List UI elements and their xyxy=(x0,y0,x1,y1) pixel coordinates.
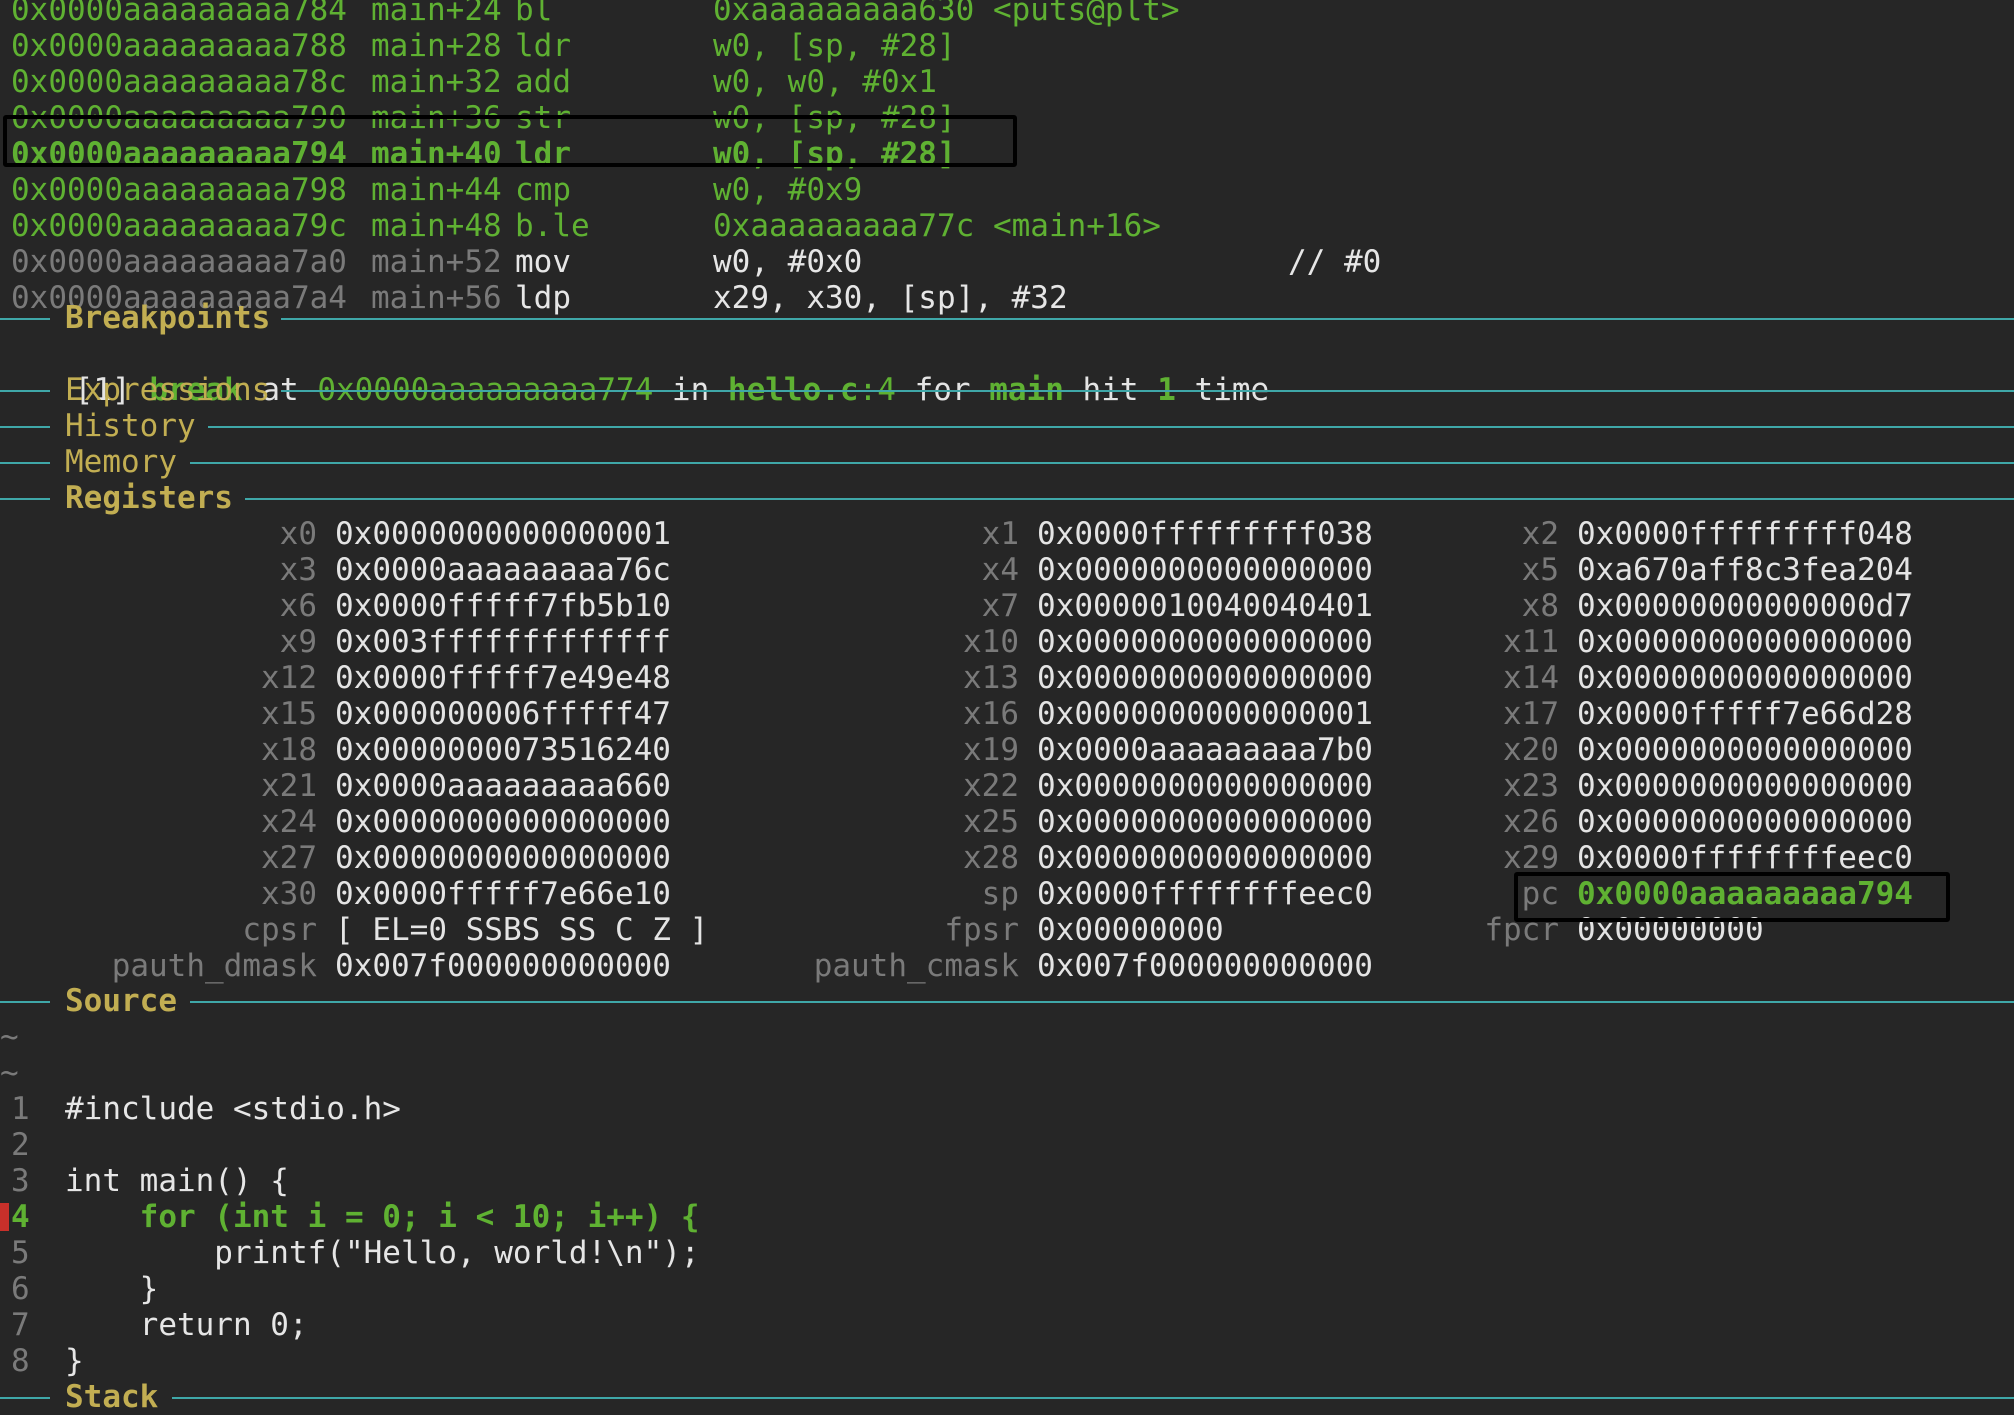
asm-opcode: add xyxy=(515,64,571,100)
register-value[interactable]: 0x0000000000000000 xyxy=(1577,732,1913,768)
register-name: pauth_cmask xyxy=(813,948,1019,984)
asm-opcode: b.le xyxy=(515,208,590,244)
source-line[interactable]: 7 return 0; xyxy=(0,1307,1500,1343)
register-name: x23 xyxy=(1503,768,1559,804)
section-title: Memory xyxy=(65,444,177,480)
register-name: x14 xyxy=(1503,660,1559,696)
register-value[interactable]: 0x0000000000000000 xyxy=(1577,660,1913,696)
source-line[interactable]: 8} xyxy=(0,1343,1500,1379)
line-number: 7 xyxy=(11,1307,30,1343)
register-value[interactable]: 0x00000000000000d7 xyxy=(1577,588,1913,624)
asm-address: 0x0000aaaaaaaaa78c xyxy=(11,64,347,100)
register-name: x5 xyxy=(1521,552,1559,588)
register-value[interactable]: 0x007f000000000000 xyxy=(1037,948,1373,984)
line-number: 3 xyxy=(11,1163,30,1199)
breakpoint-entry[interactable]: [1] break at 0x0000aaaaaaaaa774 in hello… xyxy=(0,336,1270,408)
line-number: 5 xyxy=(11,1235,30,1271)
section-title: History xyxy=(65,408,196,444)
register-value[interactable]: 0x0000fffffffff048 xyxy=(1577,516,1913,552)
source-code: return 0; xyxy=(65,1307,308,1343)
register-name: x17 xyxy=(1503,696,1559,732)
section-header-stack: Stack xyxy=(0,1379,2014,1415)
current-instruction-highlight xyxy=(3,115,1017,167)
section-title: Source xyxy=(65,983,177,1019)
line-number: 2 xyxy=(11,1127,30,1163)
asm-operands: w0, #0x9 xyxy=(713,172,863,208)
source-line[interactable]: 5 printf("Hello, world!\n"); xyxy=(0,1235,1500,1271)
source-code: printf("Hello, world!\n"); xyxy=(65,1235,700,1271)
asm-offset: main+24 xyxy=(371,0,502,28)
asm-offset: main+48 xyxy=(371,208,502,244)
asm-offset: main+32 xyxy=(371,64,502,100)
source-line[interactable]: 2 xyxy=(0,1127,1500,1163)
source-line[interactable]: 3 int main() { xyxy=(0,1163,1500,1199)
register-value[interactable]: 0x0000000000000000 xyxy=(1577,768,1913,804)
section-header-source: Source xyxy=(0,983,2014,1019)
section-title: Expressions xyxy=(65,372,271,408)
section-header-breakpoints: Breakpoints xyxy=(0,300,2014,336)
asm-address: 0x0000aaaaaaaaa79c xyxy=(11,208,347,244)
register-value[interactable]: 0xa670aff8c3fea204 xyxy=(1577,552,1913,588)
empty-line-tilde: ~ xyxy=(0,1019,19,1055)
line-number: 4 xyxy=(11,1199,30,1235)
section-title: Breakpoints xyxy=(65,300,271,336)
register-value[interactable]: 0x0000ffffffffeec0 xyxy=(1577,840,1913,876)
register-name: x2 xyxy=(1521,516,1559,552)
asm-address: 0x0000aaaaaaaaa784 xyxy=(11,0,347,28)
register-name: x11 xyxy=(1503,624,1559,660)
section-header-expressions: Expressions xyxy=(0,372,2014,408)
asm-opcode: bl xyxy=(515,0,553,28)
asm-opcode: mov xyxy=(515,244,571,280)
asm-operands: w0, w0, #0x1 xyxy=(713,64,937,100)
asm-operands: w0, #0x0 xyxy=(713,244,863,280)
breakpoint-marker xyxy=(0,1203,9,1231)
source-line[interactable]: 1 #include <stdio.h> xyxy=(0,1091,1500,1127)
empty-line-tilde: ~ xyxy=(0,1055,19,1091)
register-name: pc xyxy=(1521,876,1559,912)
register-value[interactable]: 0x0000fffff7e66d28 xyxy=(1577,696,1913,732)
asm-opcode: ldr xyxy=(515,28,571,64)
asm-offset: main+44 xyxy=(371,172,502,208)
register-name: x29 xyxy=(1503,840,1559,876)
register-name: x20 xyxy=(1503,732,1559,768)
register-value[interactable]: 0x0000000000000000 xyxy=(1577,804,1913,840)
section-header-registers: Registers xyxy=(0,480,2014,516)
asm-operands: w0, [sp, #28] xyxy=(713,28,956,64)
source-line-current[interactable]: 4 for (int i = 0; i < 10; i++) { xyxy=(0,1199,1500,1235)
asm-offset: main+28 xyxy=(371,28,502,64)
source-code: #include <stdio.h> xyxy=(65,1091,401,1127)
asm-operands: 0xaaaaaaaaa630 <puts@plt> xyxy=(713,0,1180,28)
source-code: int main() { xyxy=(65,1163,289,1199)
register-value[interactable]: 0x0000000000000000 xyxy=(1577,624,1913,660)
gdb-dashboard: 0x0000aaaaaaaaa784 main+24 bl 0xaaaaaaaaa63… xyxy=(0,0,2014,1415)
section-header-memory: Memory xyxy=(0,444,2014,480)
asm-comment: // #0 xyxy=(1288,244,1382,280)
asm-address: 0x0000aaaaaaaaa798 xyxy=(11,172,347,208)
register-name: x8 xyxy=(1521,588,1559,624)
asm-address: 0x0000aaaaaaaaa7a0 xyxy=(11,244,347,280)
section-title: Stack xyxy=(65,1379,159,1415)
register-name: x26 xyxy=(1503,804,1559,840)
asm-offset: main+52 xyxy=(371,244,502,280)
changed-register-highlight xyxy=(1514,872,1950,922)
line-number: 1 xyxy=(11,1091,30,1127)
asm-operands: 0xaaaaaaaaa77c <main+16> xyxy=(713,208,1161,244)
section-title: Registers xyxy=(65,480,233,516)
source-line[interactable]: 6 } xyxy=(0,1271,1500,1307)
section-header-history: History xyxy=(0,408,2014,444)
source-code: } xyxy=(65,1343,84,1379)
source-code: for (int i = 0; i < 10; i++) { xyxy=(65,1199,700,1235)
line-number: 8 xyxy=(11,1343,30,1379)
register-name: fpcr xyxy=(1484,912,1559,948)
asm-opcode: cmp xyxy=(515,172,571,208)
line-number: 6 xyxy=(11,1271,30,1307)
asm-address: 0x0000aaaaaaaaa788 xyxy=(11,28,347,64)
source-code: } xyxy=(65,1271,159,1307)
